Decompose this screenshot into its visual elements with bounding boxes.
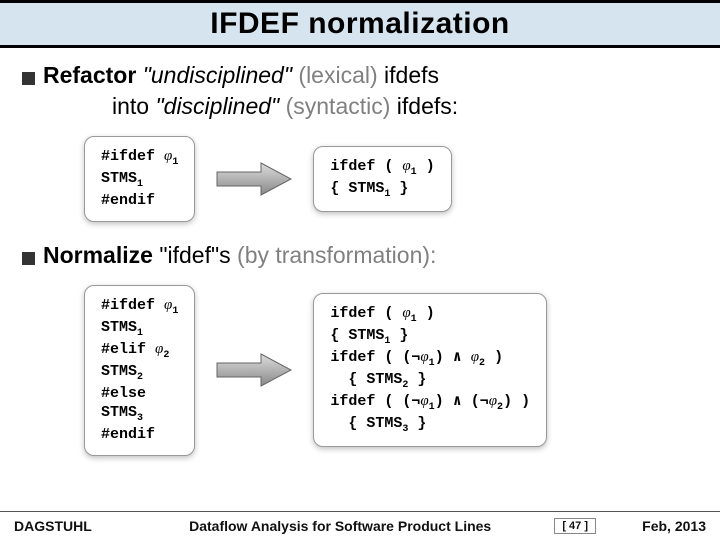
footer-center: Dataflow Analysis for Software Product L… (134, 518, 546, 534)
arrow-icon (215, 351, 293, 389)
footer-left: DAGSTUHL (14, 518, 134, 534)
slide-body: Refactor "undisciplined" (lexical) ifdef… (0, 48, 720, 456)
code-box-undisciplined: #ifdef φ1 STMS1 #endif (84, 136, 195, 222)
bullet-refactor: Refactor "undisciplined" (lexical) ifdef… (22, 60, 698, 91)
word-ifdefs-2: ifdefs: (397, 93, 458, 119)
code-box-disciplined: ifdef ( φ1 ) { STMS1 } (313, 146, 451, 212)
footer-date: Feb, 2013 (616, 518, 706, 534)
word-lexical: (lexical) (298, 62, 377, 88)
page-number: [ 47 ] (554, 518, 596, 534)
word-by-transformation: (by transformation): (237, 242, 436, 268)
word-ifdefs-1: ifdefs (384, 62, 439, 88)
bullet-normalize: Normalize "ifdef"s (by transformation): (22, 240, 698, 271)
arrow-icon (215, 160, 293, 198)
word-syntactic: (syntactic) (286, 93, 391, 119)
word-ifdefs-quoted: "ifdef"s (159, 242, 230, 268)
bullet-icon (22, 72, 35, 85)
word-into: into (112, 93, 149, 119)
diagram-normalize: #ifdef φ1 STMS1 #elif φ2 STMS2 #else STM… (84, 285, 698, 456)
footer: DAGSTUHL Dataflow Analysis for Software … (0, 511, 720, 534)
bullet-refactor-line2: into "disciplined" (syntactic) ifdefs: (22, 91, 698, 122)
word-normalize: Normalize (43, 242, 153, 268)
word-refactor: Refactor (43, 62, 136, 88)
title-bar: IFDEF normalization (0, 0, 720, 48)
code-box-elif-source: #ifdef φ1 STMS1 #elif φ2 STMS2 #else STM… (84, 285, 195, 456)
word-disciplined: "disciplined" (155, 93, 279, 119)
bullet-text: Normalize "ifdef"s (by transformation): (43, 240, 436, 271)
bullet-icon (22, 252, 35, 265)
bullet-text-line2: into "disciplined" (syntactic) ifdefs: (112, 91, 458, 122)
code-box-elif-normalized: ifdef ( φ1 ) { STMS1 } ifdef ( (¬φ1) ∧ φ… (313, 293, 547, 447)
bullet-text: Refactor "undisciplined" (lexical) ifdef… (43, 60, 439, 91)
diagram-refactor: #ifdef φ1 STMS1 #endif ifdef ( φ1 ) { ST… (84, 136, 698, 222)
slide-title: IFDEF normalization (210, 7, 510, 41)
word-undisciplined: "undisciplined" (143, 62, 292, 88)
